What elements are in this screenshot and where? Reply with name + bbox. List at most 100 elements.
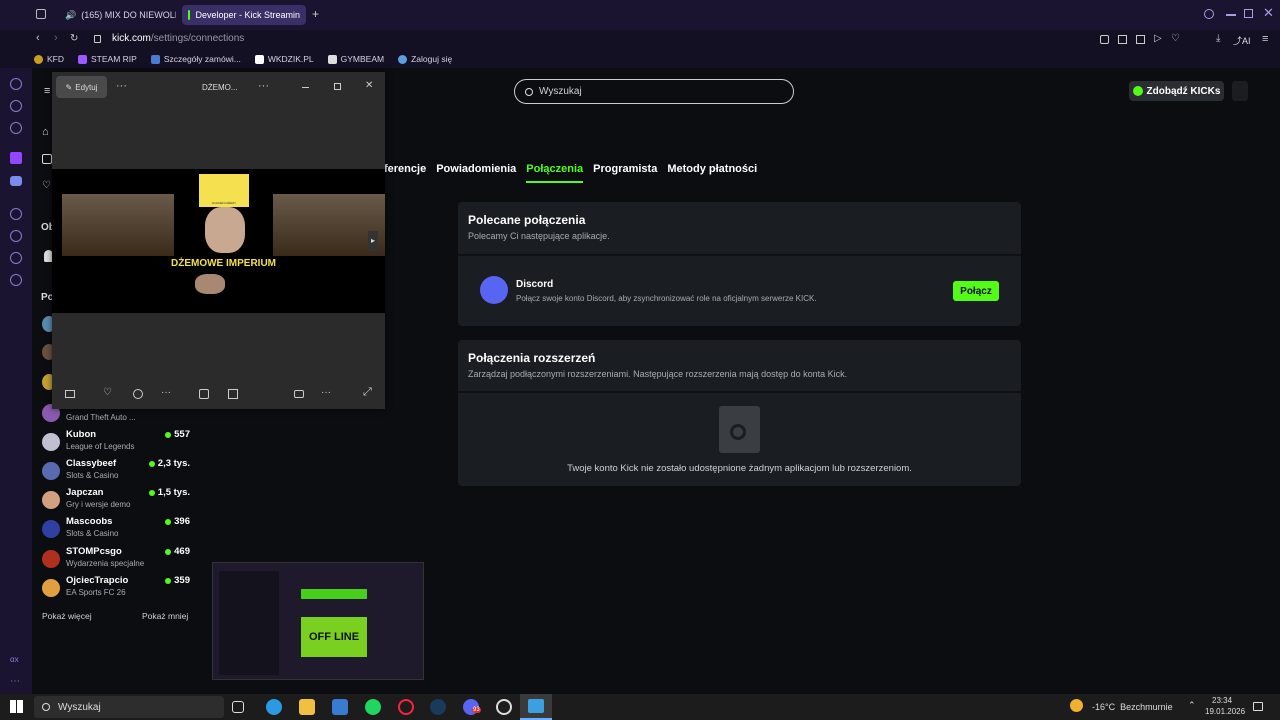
tab-connections[interactable]: Połączenia	[526, 163, 584, 183]
minimize-button[interactable]	[1226, 14, 1236, 16]
photos-taskbar-item[interactable]	[520, 694, 552, 720]
tab-notifications[interactable]: Powiadomienia	[436, 163, 516, 183]
settings-icon[interactable]	[10, 274, 22, 286]
kicks-coin-icon	[1132, 86, 1143, 96]
back-icon[interactable]: ‹	[36, 32, 40, 44]
following-icon[interactable]: ♡	[42, 180, 51, 191]
clock-icon[interactable]	[10, 230, 22, 242]
bookmark-gymbeam[interactable]: GYMBEAM	[327, 54, 384, 64]
tab-payment-methods[interactable]: Metody płatności	[667, 163, 757, 183]
app-icon[interactable]	[332, 699, 348, 715]
viewer-count-value: 359	[174, 575, 190, 586]
notifications-icon[interactable]	[1253, 702, 1263, 711]
ai-button[interactable]: ⤴AI	[1233, 34, 1251, 47]
close-window-button[interactable]: ✕	[1263, 5, 1274, 21]
edit-button[interactable]: ✎ Edytuj	[56, 76, 107, 98]
opera-icon[interactable]	[398, 699, 414, 715]
speaker-icon[interactable]: 🔊	[65, 10, 76, 21]
taskbar-search[interactable]: Wyszukaj	[34, 696, 224, 718]
more-icon[interactable]: ···	[321, 387, 331, 398]
channel-row[interactable]: Classybeef Slots & Casino 2,3 tys.	[40, 458, 192, 486]
more-options-icon[interactable]: ···	[116, 80, 127, 92]
steam-icon[interactable]	[430, 699, 446, 715]
url-field[interactable]: kick.com/settings/connections	[112, 33, 244, 44]
user-avatar[interactable]	[1232, 81, 1248, 101]
more-icon[interactable]: ⋯	[10, 676, 20, 687]
channel-game: League of Legends	[66, 442, 135, 451]
twitch-icon[interactable]	[10, 152, 22, 164]
bookmark-orders[interactable]: Szczegóły zamówi...	[150, 54, 241, 64]
channel-row[interactable]: STOMPcsgo Wydarzenia specjalne 469	[40, 546, 192, 574]
home-icon[interactable]: ⌂	[42, 126, 49, 138]
menu-icon[interactable]: ≡	[1262, 33, 1268, 45]
channel-row[interactable]: OjciecTrapcio EA Sports FC 26 359	[40, 575, 192, 603]
new-tab-button[interactable]: +	[312, 7, 319, 21]
heart-icon[interactable]: ♡	[1171, 33, 1180, 44]
channel-row[interactable]: Japczan Gry i wersje demo 1,5 tys.	[40, 487, 192, 515]
minimize-button[interactable]	[302, 87, 309, 88]
channel-row[interactable]: Kubon League of Legends 557	[40, 429, 192, 457]
close-button[interactable]: ✕	[365, 80, 373, 91]
tab-kick[interactable]: Developer - Kick Streamin	[182, 5, 306, 25]
show-more-link[interactable]: Pokaż więcej	[42, 611, 92, 621]
next-arrow-icon[interactable]: ▸	[368, 231, 378, 251]
get-kicks-button[interactable]: Zdobądź KICKs	[1129, 81, 1224, 101]
sidebar-app-icon[interactable]	[10, 122, 22, 134]
more-icon[interactable]: ···	[161, 387, 171, 398]
connect-discord-button[interactable]: Połącz	[953, 281, 999, 301]
reload-icon[interactable]: ↻	[70, 33, 78, 44]
task-view-icon[interactable]	[232, 701, 244, 713]
discord-icon[interactable]	[10, 176, 22, 186]
search-tabs-icon[interactable]	[1204, 9, 1214, 19]
cube-icon[interactable]	[10, 252, 22, 264]
title-more-icon[interactable]: ···	[258, 80, 269, 92]
maximize-button[interactable]	[334, 83, 341, 90]
magnifier-icon	[730, 424, 746, 440]
tab-overview-icon[interactable]	[36, 9, 46, 19]
ai-sidebar-icon[interactable]: αx	[10, 655, 19, 664]
history-icon[interactable]	[10, 208, 22, 220]
fullscreen-icon[interactable]: ⤢	[363, 386, 372, 399]
show-less-link[interactable]: Pokaż mniej	[142, 611, 188, 621]
play-icon[interactable]: ▷	[1154, 33, 1162, 44]
discord-logo-icon	[480, 276, 508, 304]
tray-chevron-icon[interactable]: ⌃	[1188, 700, 1196, 711]
bookmark-wkdzik[interactable]: WKDZIK.PL	[254, 54, 314, 64]
discord-icon[interactable]: 93	[463, 699, 481, 715]
taskbar-preview[interactable]: OFF LINE	[212, 562, 424, 680]
adjust-icon[interactable]	[228, 389, 238, 399]
sidebar-app-icon[interactable]	[10, 78, 22, 90]
weather-text[interactable]: -16°C Bezchmurnie	[1092, 702, 1173, 712]
card-title: Polecane połączenia	[468, 213, 586, 227]
snapshot-icon[interactable]	[1100, 35, 1109, 44]
obs-icon[interactable]	[496, 699, 512, 715]
tab-developer[interactable]: Programista	[593, 163, 657, 183]
tab-youtube[interactable]: 🔊 (165) MIX DO NIEWOLI	[54, 5, 176, 25]
maximize-button[interactable]	[1244, 9, 1253, 18]
reader-icon[interactable]	[1136, 35, 1145, 44]
download-icon[interactable]: ⤓	[1216, 33, 1220, 44]
search-input[interactable]: Wyszukaj	[514, 79, 794, 104]
slideshow-icon[interactable]	[294, 390, 304, 398]
clock-time[interactable]: 23:34	[1212, 696, 1232, 705]
edge-icon[interactable]	[266, 699, 282, 715]
spotify-icon[interactable]	[365, 699, 381, 715]
clock-date[interactable]: 19.01.2026	[1205, 707, 1245, 716]
fit-icon[interactable]	[199, 389, 209, 399]
bookmark-steam-rip[interactable]: STEAM RIP	[78, 54, 137, 64]
filmstrip-icon[interactable]	[65, 390, 75, 398]
bookmark-login[interactable]: Zaloguj się	[398, 54, 452, 64]
bookmark-page-icon[interactable]	[1118, 35, 1127, 44]
bookmark-kfd[interactable]: KFD	[34, 54, 64, 64]
tab-preferences[interactable]: ferencje	[384, 163, 426, 183]
channel-row[interactable]: Mascoobs Slots & Casino 396	[40, 516, 192, 544]
windows-start-icon[interactable]	[10, 700, 23, 713]
browse-icon[interactable]	[42, 154, 52, 164]
forward-icon[interactable]: ›	[54, 32, 58, 44]
tab-bar: 🔊 (165) MIX DO NIEWOLI Developer - Kick …	[0, 0, 1280, 30]
file-explorer-icon[interactable]	[299, 699, 315, 715]
hamburger-icon[interactable]: ≡	[44, 85, 50, 97]
sidebar-app-icon[interactable]	[10, 100, 22, 112]
info-icon[interactable]	[133, 389, 143, 399]
favorite-icon[interactable]: ♡	[103, 387, 112, 398]
